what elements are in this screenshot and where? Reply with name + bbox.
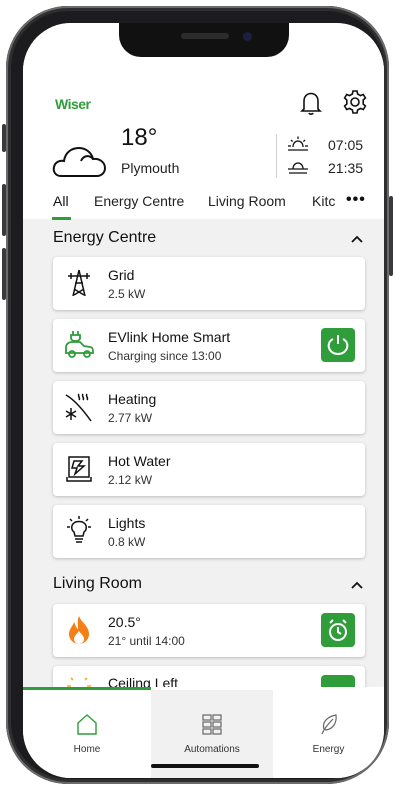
cloud-icon (52, 146, 107, 177)
water-heater-icon (66, 456, 92, 482)
grid-icon (202, 714, 222, 735)
leaf-icon (320, 714, 337, 735)
ev-charger-icon (65, 331, 94, 358)
front-camera (243, 32, 252, 41)
volume-down-button (2, 248, 6, 300)
chevron-up-icon[interactable] (350, 234, 364, 244)
more-tabs-icon[interactable]: ••• (346, 191, 366, 209)
mute-switch (2, 124, 6, 152)
app-screen: Wiser 18° Plymouth 07:05 21:35 All Energ… (23, 23, 384, 778)
pylon-icon (68, 269, 90, 297)
city-name: Plymouth (121, 160, 180, 176)
nav-label: Energy (312, 744, 345, 755)
device-value: 2.5 kW (108, 287, 146, 301)
tab-all[interactable]: All (53, 193, 69, 209)
tab-energy-centre[interactable]: Energy Centre (94, 193, 184, 209)
device-card-grid[interactable]: Grid 2.5 kW (53, 257, 365, 310)
lightbulb-icon (67, 516, 91, 543)
divider (276, 134, 277, 178)
device-name: EVlink Home Smart (108, 329, 231, 345)
current-temperature: 18° (121, 124, 158, 151)
device-value: 2.12 kW (108, 473, 153, 487)
device-value: 0.8 kW (108, 535, 146, 549)
sunrise-time: 07:05 (328, 137, 364, 153)
active-tab-indicator (52, 217, 71, 220)
speaker (181, 33, 229, 39)
notch (119, 23, 289, 57)
boost-timer-button[interactable] (321, 613, 355, 647)
tab-kitchen[interactable]: Kitc (312, 193, 335, 209)
sunrise-icon (288, 136, 308, 151)
sunset-icon (288, 162, 308, 174)
power-toggle-button[interactable] (321, 328, 355, 362)
power-icon (327, 335, 349, 356)
device-name: Hot Water (108, 453, 171, 469)
chevron-up-icon[interactable] (350, 580, 364, 590)
room-schedule: 21° until 14:00 (108, 634, 185, 648)
device-card-heating[interactable]: Heating 2.77 kW (53, 381, 365, 434)
phone-frame: Wiser 18° Plymouth 07:05 21:35 All Energ… (2, 6, 393, 784)
nav-energy[interactable]: Energy (273, 713, 384, 755)
room-temperature: 20.5° (108, 614, 141, 630)
nav-label: Home (73, 744, 101, 755)
device-card-evlink[interactable]: EVlink Home Smart Charging since 13:00 (53, 319, 365, 372)
section-title-living-room: Living Room (53, 575, 142, 592)
wiser-logo: Wiser (55, 96, 91, 112)
room-card-heating[interactable]: 20.5° 21° until 14:00 (53, 604, 365, 657)
volume-up-button (2, 184, 6, 236)
device-name: Lights (108, 515, 146, 531)
timer-icon (329, 619, 347, 641)
section-title-energy-centre: Energy Centre (53, 229, 157, 246)
device-name: Grid (108, 267, 135, 283)
device-card-lights[interactable]: Lights 0.8 kW (53, 505, 365, 558)
nav-home[interactable]: Home (23, 713, 151, 755)
room-tabs: All Energy Centre Living Room Kitc ••• (23, 191, 384, 220)
device-card-hot-water[interactable]: Hot Water 2.12 kW (53, 443, 365, 496)
device-value: Charging since 13:00 (108, 349, 222, 363)
heat-pump-icon (65, 393, 92, 422)
nav-label: Automations (184, 744, 240, 755)
gear-icon[interactable] (342, 89, 368, 115)
device-value: 2.77 kW (108, 411, 153, 425)
nav-automations[interactable]: Automations (151, 713, 273, 755)
active-nav-indicator (23, 687, 151, 690)
house-icon (77, 714, 97, 735)
device-name: Heating (108, 391, 157, 407)
bell-icon[interactable] (299, 90, 323, 116)
sunset-time: 21:35 (328, 160, 364, 176)
home-indicator (151, 764, 259, 768)
tab-living-room[interactable]: Living Room (208, 193, 286, 209)
power-button (389, 196, 393, 276)
flame-icon (69, 616, 89, 644)
